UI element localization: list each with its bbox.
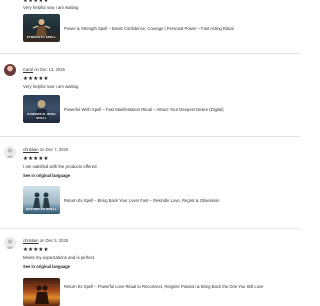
- product-title[interactable]: Powerful Wish Spell – Fast Manifestation…: [64, 107, 296, 113]
- star-rating: ★★★★★: [23, 247, 49, 253]
- user-icon: [5, 148, 15, 158]
- star-rating: ★★★★★: [23, 0, 49, 4]
- product-thumbnail[interactable]: [23, 278, 60, 306]
- product-title[interactable]: Return Ex Spell – Bring Back Your Lover …: [64, 198, 296, 204]
- reviewer-line: christian on Dec 7, 2025: [23, 147, 68, 152]
- divider: [0, 53, 300, 54]
- product-thumbnail[interactable]: STRENGTH SPELL: [23, 14, 60, 42]
- review-date: on Dec 13, 2025: [34, 67, 65, 72]
- reviewer-name[interactable]: christian: [23, 238, 39, 243]
- product-title[interactable]: Power & Strength Spell – Boost Confidenc…: [64, 26, 296, 32]
- product-title[interactable]: Return Ex Spell – Powerful Love Ritual t…: [64, 284, 296, 290]
- thumbnail-label: STRENGTH SPELL: [26, 35, 57, 39]
- review-text: Very helpful now i am waiting: [23, 84, 79, 89]
- thumbnail-label: POWERFUL WISH SPELL: [27, 112, 56, 120]
- review-date: on Dec 7, 2025: [39, 147, 69, 152]
- review-date: on Dec 5, 2025: [39, 238, 69, 243]
- review-text: Very helpful now i am waiting: [23, 5, 79, 10]
- star-rating: ★★★★★: [23, 156, 49, 162]
- avatar[interactable]: [4, 146, 16, 158]
- figure-illustration: [35, 285, 49, 304]
- reviewer-name[interactable]: christian: [23, 147, 39, 152]
- product-thumbnail[interactable]: POWERFUL WISH SPELL: [23, 95, 60, 123]
- avatar[interactable]: [4, 237, 16, 249]
- divider: [0, 136, 300, 137]
- thumbnail-label: RETURN EX SPELL: [26, 207, 57, 211]
- user-icon: [5, 239, 15, 249]
- reviewer-name[interactable]: Carol: [23, 67, 33, 72]
- reviewer-line: christian on Dec 5, 2025: [23, 238, 68, 243]
- avatar[interactable]: [4, 64, 16, 76]
- review-text: I am satisfied with the products offered…: [23, 164, 98, 169]
- see-original-language-link[interactable]: See in original language: [23, 173, 70, 178]
- see-original-language-link[interactable]: See in original language: [23, 264, 70, 269]
- divider: [0, 228, 300, 229]
- star-rating: ★★★★★: [23, 76, 49, 82]
- review-text: Meets my expectations and is perfect.: [23, 255, 96, 260]
- product-thumbnail[interactable]: RETURN EX SPELL: [23, 186, 60, 214]
- reviewer-line: Carol on Dec 13, 2025: [23, 67, 65, 72]
